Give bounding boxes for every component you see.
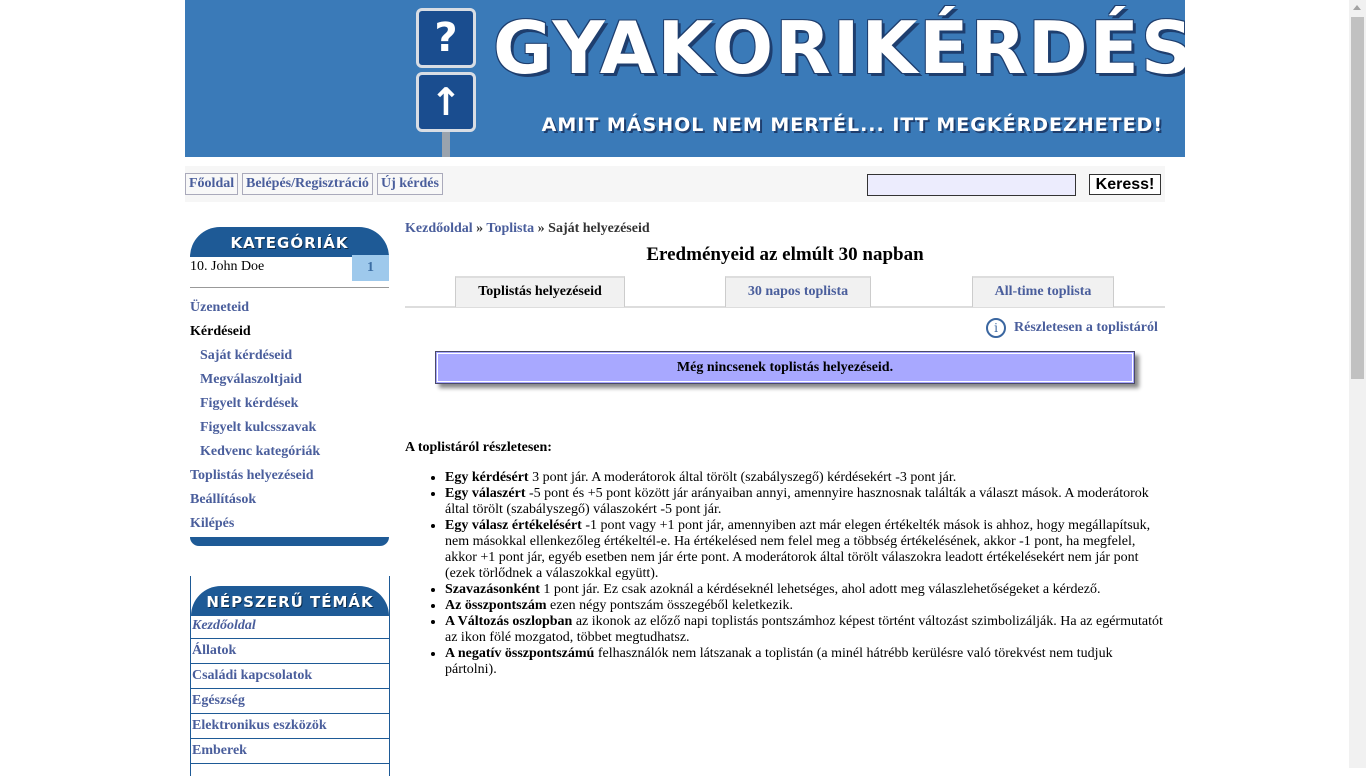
- scrollbar-thumb[interactable]: [1351, 17, 1364, 379]
- nav-new-question-button[interactable]: Új kérdés: [377, 173, 443, 195]
- breadcrumb-separator: »: [534, 221, 549, 236]
- breadcrumb-toplist-link[interactable]: Toplista: [486, 221, 534, 236]
- site-slogan: amit máshol nem mertél... itt megkérdezh…: [541, 114, 1163, 136]
- tab-own-rankings[interactable]: Toplistás helyezéseid: [455, 276, 625, 307]
- rule-term: Szavazásonként: [445, 582, 540, 597]
- sidebar-item-settings[interactable]: Beállítások: [190, 492, 256, 508]
- sidebar-item-favorite-categories[interactable]: Kedvenc kategóriák: [200, 444, 320, 460]
- scroll-up-arrow-icon[interactable]: [1353, 5, 1361, 10]
- breadcrumb-current: Saját helyezéseid: [548, 221, 650, 236]
- rule-text: 3 pont jár. A moderátorok által törölt (…: [528, 470, 957, 485]
- topic-item-people[interactable]: Emberek: [190, 739, 390, 764]
- topic-item-health[interactable]: Egészség: [190, 689, 390, 714]
- user-rank-name: 10. John Doe: [190, 259, 265, 274]
- navigation-bar: Főoldal Belépés/Regisztráció Új kérdés K…: [185, 166, 1165, 202]
- topic-item-home[interactable]: Kezdőoldal: [190, 614, 390, 639]
- breadcrumb-home-link[interactable]: Kezdőoldal: [405, 221, 473, 236]
- sidebar-item-answered[interactable]: Megválaszoltjaid: [200, 372, 302, 388]
- search-input[interactable]: [867, 174, 1076, 196]
- rule-term: A Változás oszlopban: [445, 614, 573, 629]
- list-item: Az összpontszám ezen négy pontszám össze…: [445, 598, 1165, 614]
- categories-header: Kategóriák: [190, 227, 389, 257]
- sidebar-item-watched-keywords[interactable]: Figyelt kulcsszavak: [200, 420, 316, 436]
- rule-text: ezen négy pontszám összegéből keletkezik…: [546, 598, 793, 613]
- sidebar-item-messages[interactable]: Üzeneteid: [190, 300, 249, 316]
- question-sign-glyph: ?: [434, 15, 458, 61]
- rule-term: Egy kérdésért: [445, 470, 529, 485]
- sidebar-box-footer: [190, 537, 389, 546]
- list-item: Egy válaszért -5 pont és +5 pont között …: [445, 486, 1165, 518]
- sidebar-divider: [190, 287, 389, 288]
- user-rank-badge[interactable]: 1: [352, 255, 389, 281]
- nav-login-register-button[interactable]: Belépés/Regisztráció: [242, 173, 373, 195]
- rule-term: Egy válaszért: [445, 486, 526, 501]
- user-rank-line: 10. John Doe 1: [190, 255, 389, 288]
- no-rankings-notice: Még nincsenek toplistás helyezéseid.: [435, 351, 1135, 384]
- list-item: Egy válasz értékelésért -1 pont vagy +1 …: [445, 518, 1165, 582]
- list-item: Szavazásonként 1 pont jár. Ez csak azokn…: [445, 582, 1165, 598]
- sidebar-item-own-questions[interactable]: Saját kérdéseid: [200, 348, 292, 364]
- popular-topics-header: Népszerű témák: [191, 586, 389, 616]
- toplist-details-link[interactable]: i Részletesen a toplistáról: [986, 318, 1158, 340]
- sidebar-item-toplist-rankings[interactable]: Toplistás helyezéseid: [190, 468, 314, 484]
- site-logo-title: gyakorikérdések.hu: [493, 6, 1185, 90]
- sidebar-item-questions: Kérdéseid: [190, 324, 251, 339]
- breadcrumb-separator: »: [472, 221, 487, 236]
- page-scrollbar[interactable]: [1349, 0, 1366, 768]
- rule-term: Egy válasz értékelésért: [445, 518, 582, 533]
- rules-list: Egy kérdésért 3 pont jár. A moderátorok …: [405, 470, 1165, 678]
- rule-text: 1 pont jár. Ez csak azoknál a kérdésekné…: [539, 582, 1101, 597]
- toplist-details-label: Részletesen a toplistáról: [1014, 320, 1158, 335]
- rule-term: Az összpontszám: [445, 598, 547, 613]
- list-item: A Változás oszlopban az ikonok az előző …: [445, 614, 1165, 646]
- topic-item-electronics[interactable]: Elektronikus eszközök: [190, 714, 390, 739]
- header-banner[interactable]: ? ↑ gyakorikérdések.hu amit máshol nem m…: [185, 0, 1185, 157]
- nav-home-button[interactable]: Főoldal: [185, 173, 239, 195]
- rule-term: A negatív összpontszámú: [445, 646, 595, 661]
- list-item: A negatív összpontszámú felhasználók nem…: [445, 646, 1165, 678]
- question-sign-icon: ?: [416, 8, 476, 68]
- search-button[interactable]: Keress!: [1089, 174, 1161, 195]
- topic-item-family[interactable]: Családi kapcsolatok: [190, 664, 390, 689]
- arrow-up-sign-icon: ↑: [416, 72, 476, 132]
- page-title: Eredményeid az elmúlt 30 napban: [646, 244, 924, 265]
- breadcrumb: Kezdőoldal » Toplista » Saját helyezései…: [405, 221, 650, 237]
- rules-heading: A toplistáról részletesen:: [405, 440, 552, 455]
- sidebar-item-logout[interactable]: Kilépés: [190, 516, 234, 532]
- tab-30-day-toplist[interactable]: 30 napos toplista: [725, 276, 871, 307]
- rule-text: -5 pont és +5 pont között jár arányaiban…: [445, 486, 1149, 517]
- sidebar-item-watched-questions[interactable]: Figyelt kérdések: [200, 396, 298, 412]
- topic-item-animals[interactable]: Állatok: [190, 639, 390, 664]
- info-icon: i: [986, 318, 1006, 338]
- tab-all-time-toplist[interactable]: All-time toplista: [972, 276, 1114, 307]
- list-item: Egy kérdésért 3 pont jár. A moderátorok …: [445, 470, 1165, 486]
- arrow-sign-glyph: ↑: [430, 80, 462, 124]
